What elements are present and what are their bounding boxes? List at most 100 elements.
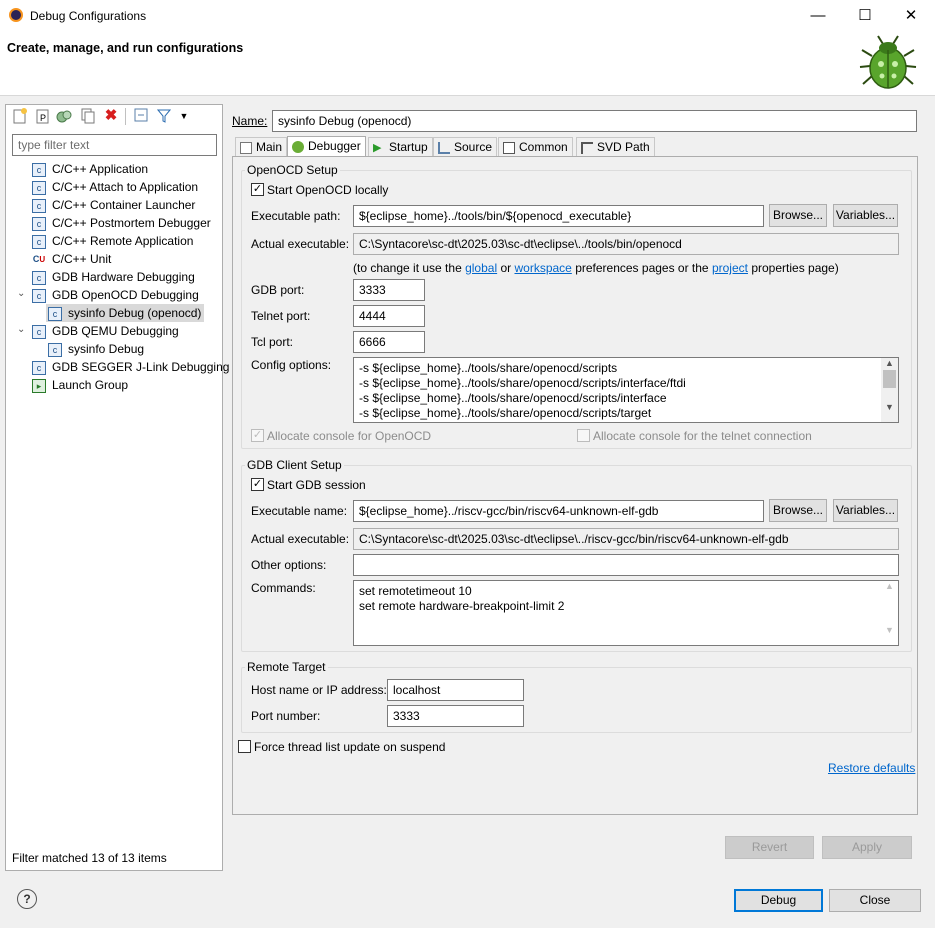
window-title: Debug Configurations <box>30 9 147 23</box>
start-openocd-label: Start OpenOCD locally <box>267 183 389 197</box>
port-number-input[interactable]: 3333 <box>387 705 524 727</box>
header-title: Create, manage, and run configurations <box>7 41 244 55</box>
tree-item-sysinfo-debug[interactable]: c sysinfo Debug <box>48 340 144 358</box>
close-button[interactable]: Close <box>829 889 921 912</box>
openocd-exec-input[interactable]: ${eclipse_home}../tools/bin/${openocd_ex… <box>353 205 764 227</box>
tab-svd-path[interactable]: SVD Path <box>576 137 655 157</box>
new-configuration-icon[interactable] <box>12 108 28 124</box>
force-thread-checkbox[interactable] <box>238 740 251 753</box>
tree-item-gdb-qemu[interactable]: c GDB QEMU Debugging <box>32 322 179 340</box>
filter-input[interactable]: type filter text <box>12 134 217 156</box>
config-options-textarea[interactable]: -s ${eclipse_home}../tools/share/openocd… <box>353 357 899 423</box>
tab-common[interactable]: Common <box>498 137 573 157</box>
remote-target-label: Remote Target <box>245 660 328 674</box>
svd-tree-icon <box>581 141 593 154</box>
project-link[interactable]: project <box>712 261 748 275</box>
gdb-actual-label: Actual executable: <box>251 532 350 546</box>
tree-item-gdb-hardware[interactable]: c GDB Hardware Debugging <box>32 268 195 286</box>
start-gdb-label: Start GDB session <box>267 478 366 492</box>
scroll-down-icon[interactable]: ▼ <box>881 625 898 635</box>
svg-text:P: P <box>40 113 46 123</box>
tab-main[interactable]: Main <box>235 137 288 157</box>
minimize-button[interactable]: — <box>795 0 841 31</box>
workspace-link[interactable]: workspace <box>514 261 571 275</box>
maximize-button[interactable]: ☐ <box>842 0 888 31</box>
other-options-input[interactable] <box>353 554 899 576</box>
common-icon <box>503 141 515 154</box>
config-options-label: Config options: <box>251 358 332 372</box>
new-prototype-icon[interactable]: P <box>35 108 51 124</box>
revert-button[interactable]: Revert <box>725 836 814 859</box>
view-menu-icon[interactable]: ▼ <box>176 108 192 124</box>
filter-icon[interactable] <box>156 108 172 124</box>
alloc-console-openocd-checkbox[interactable]: ✓ <box>251 429 264 442</box>
commands-textarea[interactable]: set remotetimeout 10 set remote hardware… <box>353 580 899 646</box>
tab-debugger[interactable]: Debugger <box>287 136 366 157</box>
c-config-icon: c <box>32 180 46 195</box>
other-options-label: Other options: <box>251 558 327 572</box>
tree-item-sysinfo-openocd[interactable]: c sysinfo Debug (openocd) <box>46 304 205 322</box>
c-config-icon: c <box>32 234 46 249</box>
tree-item-cpp-application[interactable]: c C/C++ Application <box>32 160 148 178</box>
alloc-console-telnet-checkbox[interactable] <box>577 429 590 442</box>
scroll-thumb[interactable] <box>883 370 896 388</box>
tree-item-gdb-segger[interactable]: c GDB SEGGER J-Link Debugging <box>32 358 229 376</box>
tab-source[interactable]: Source <box>433 137 498 157</box>
scroll-up-icon[interactable]: ▲ <box>881 358 898 368</box>
gdb-browse-button[interactable]: Browse... <box>769 499 827 522</box>
c-config-icon: c <box>32 162 46 177</box>
openocd-variables-button[interactable]: Variables... <box>833 204 898 227</box>
config-options-scrollbar[interactable]: ▲ ▼ <box>881 358 898 422</box>
force-thread-label: Force thread list update on suspend <box>254 740 446 754</box>
export-icon[interactable] <box>80 108 96 124</box>
host-label: Host name or IP address: <box>251 683 387 697</box>
tree-item-cpp-postmortem[interactable]: c C/C++ Postmortem Debugger <box>32 214 211 232</box>
gdb-actual-value: C:\Syntacore\sc-dt\2025.03\sc-dt\eclipse… <box>353 528 899 550</box>
tree-item-cpp-attach[interactable]: c C/C++ Attach to Application <box>32 178 198 196</box>
help-icon[interactable]: ? <box>17 889 37 909</box>
tree-item-gdb-openocd[interactable]: c GDB OpenOCD Debugging <box>32 286 199 304</box>
telnet-port-input[interactable]: 4444 <box>353 305 425 327</box>
scroll-up-icon[interactable]: ▲ <box>881 581 898 591</box>
delete-icon[interactable]: ✖ <box>103 108 119 124</box>
collapse-all-icon[interactable] <box>133 108 149 124</box>
chevron-down-icon[interactable]: ⌄ <box>17 288 25 299</box>
openocd-browse-button[interactable]: Browse... <box>769 204 827 227</box>
tree-item-launch-group[interactable]: ▸ Launch Group <box>32 376 128 394</box>
c-config-icon: c <box>32 288 46 303</box>
toolbar-separator <box>125 108 126 125</box>
tcl-port-input[interactable]: 6666 <box>353 331 425 353</box>
gdb-port-input[interactable]: 3333 <box>353 279 425 301</box>
gdb-client-setup-label: GDB Client Setup <box>245 458 344 472</box>
bug-icon <box>859 35 917 89</box>
port-number-label: Port number: <box>251 709 321 723</box>
gdb-exec-label: Executable name: <box>251 504 348 518</box>
start-openocd-checkbox[interactable]: ✓ <box>251 183 264 196</box>
scroll-down-icon[interactable]: ▼ <box>881 402 898 412</box>
close-window-button[interactable]: ✕ <box>888 0 934 31</box>
name-label: Name: <box>232 114 268 128</box>
c-config-icon: c <box>32 324 46 339</box>
tree-item-cpp-container[interactable]: c C/C++ Container Launcher <box>32 196 195 214</box>
eclipse-icon <box>9 8 23 22</box>
tree-item-cpp-unit[interactable]: CU C/C++ Unit <box>32 250 112 268</box>
gdb-variables-button[interactable]: Variables... <box>833 499 898 522</box>
apply-button[interactable]: Apply <box>822 836 912 859</box>
gdb-exec-input[interactable]: ${eclipse_home}../riscv-gcc/bin/riscv64-… <box>353 500 764 522</box>
c-config-icon: c <box>48 342 62 357</box>
host-input[interactable]: localhost <box>387 679 524 701</box>
debug-button[interactable]: Debug <box>734 889 823 912</box>
duplicate-icon[interactable] <box>56 108 72 124</box>
openocd-hint: (to change it use the global or workspac… <box>353 261 839 275</box>
tree-item-cpp-remote[interactable]: c C/C++ Remote Application <box>32 232 193 250</box>
name-input[interactable]: sysinfo Debug (openocd) <box>272 110 917 132</box>
alloc-console-telnet-label: Allocate console for the telnet connecti… <box>593 429 812 443</box>
openocd-actual-value: C:\Syntacore\sc-dt\2025.03\sc-dt\eclipse… <box>353 233 899 255</box>
chevron-down-icon[interactable]: ⌄ <box>17 324 25 335</box>
restore-defaults-link[interactable]: Restore defaults <box>828 761 915 775</box>
start-gdb-checkbox[interactable]: ✓ <box>251 478 264 491</box>
openocd-exec-label: Executable path: <box>251 209 341 223</box>
tab-startup[interactable]: ▶ Startup <box>368 137 433 157</box>
global-link[interactable]: global <box>465 261 497 275</box>
commands-scrollbar[interactable]: ▲ ▼ <box>881 581 898 645</box>
